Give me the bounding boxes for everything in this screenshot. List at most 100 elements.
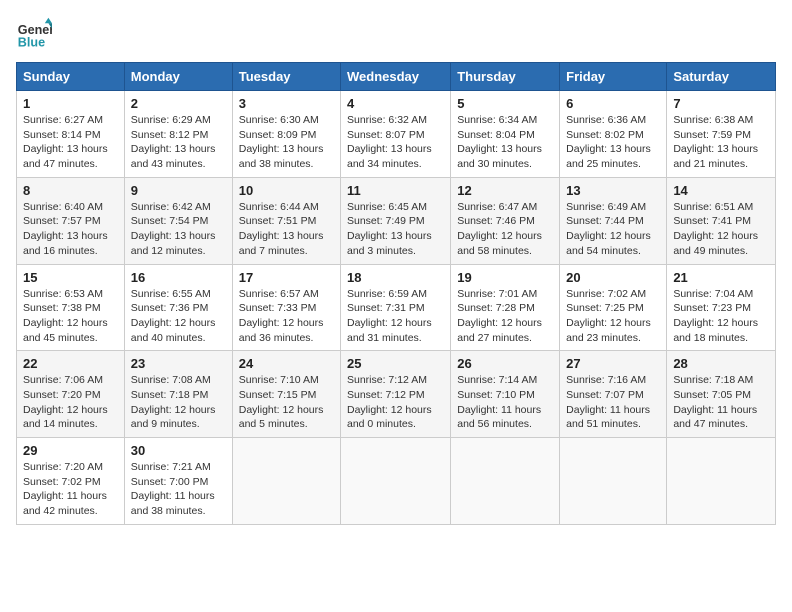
day-detail: Sunrise: 6:59 AM Sunset: 7:31 PM Dayligh…	[347, 287, 444, 346]
day-detail: Sunrise: 7:06 AM Sunset: 7:20 PM Dayligh…	[23, 373, 118, 432]
calendar-cell: 17 Sunrise: 6:57 AM Sunset: 7:33 PM Dayli…	[232, 264, 340, 351]
svg-text:Blue: Blue	[18, 36, 45, 50]
calendar-cell: 25 Sunrise: 7:12 AM Sunset: 7:12 PM Dayli…	[341, 351, 451, 438]
calendar-cell: 3 Sunrise: 6:30 AM Sunset: 8:09 PM Daylig…	[232, 91, 340, 178]
calendar-cell	[451, 438, 560, 525]
day-detail: Sunrise: 7:02 AM Sunset: 7:25 PM Dayligh…	[566, 287, 660, 346]
day-detail: Sunrise: 7:16 AM Sunset: 7:07 PM Dayligh…	[566, 373, 660, 432]
day-detail: Sunrise: 7:01 AM Sunset: 7:28 PM Dayligh…	[457, 287, 553, 346]
day-number: 25	[347, 356, 444, 371]
day-number: 24	[239, 356, 334, 371]
calendar-cell: 24 Sunrise: 7:10 AM Sunset: 7:15 PM Dayli…	[232, 351, 340, 438]
col-header-monday: Monday	[124, 63, 232, 91]
day-detail: Sunrise: 7:12 AM Sunset: 7:12 PM Dayligh…	[347, 373, 444, 432]
day-number: 3	[239, 96, 334, 111]
day-number: 21	[673, 270, 769, 285]
calendar-cell: 21 Sunrise: 7:04 AM Sunset: 7:23 PM Dayli…	[667, 264, 776, 351]
day-detail: Sunrise: 7:18 AM Sunset: 7:05 PM Dayligh…	[673, 373, 769, 432]
day-detail: Sunrise: 7:04 AM Sunset: 7:23 PM Dayligh…	[673, 287, 769, 346]
day-number: 28	[673, 356, 769, 371]
day-number: 12	[457, 183, 553, 198]
calendar-cell: 18Sunrise: 6:59 AM Sunset: 7:31 PM Dayli…	[341, 264, 451, 351]
day-detail: Sunrise: 6:40 AM Sunset: 7:57 PM Dayligh…	[23, 200, 118, 259]
calendar-cell	[667, 438, 776, 525]
calendar-cell: 16 Sunrise: 6:55 AM Sunset: 7:36 PM Dayli…	[124, 264, 232, 351]
calendar-week-row: 15 Sunrise: 6:53 AM Sunset: 7:38 PM Dayli…	[17, 264, 776, 351]
day-detail: Sunrise: 7:14 AM Sunset: 7:10 PM Dayligh…	[457, 373, 553, 432]
calendar-cell: 7 Sunrise: 6:38 AM Sunset: 7:59 PM Daylig…	[667, 91, 776, 178]
calendar-cell: 23 Sunrise: 7:08 AM Sunset: 7:18 PM Dayli…	[124, 351, 232, 438]
day-number: 16	[131, 270, 226, 285]
day-detail: Sunrise: 7:10 AM Sunset: 7:15 PM Dayligh…	[239, 373, 334, 432]
day-detail: Sunrise: 6:38 AM Sunset: 7:59 PM Dayligh…	[673, 113, 769, 172]
calendar-week-row: 22 Sunrise: 7:06 AM Sunset: 7:20 PM Dayli…	[17, 351, 776, 438]
day-number: 17	[239, 270, 334, 285]
day-number: 26	[457, 356, 553, 371]
calendar-cell: 30 Sunrise: 7:21 AM Sunset: 7:00 PM Dayli…	[124, 438, 232, 525]
day-number: 8	[23, 183, 118, 198]
day-number: 30	[131, 443, 226, 458]
calendar-cell: 14 Sunrise: 6:51 AM Sunset: 7:41 PM Dayli…	[667, 177, 776, 264]
calendar-table: SundayMondayTuesdayWednesdayThursdayFrid…	[16, 62, 776, 525]
day-detail: Sunrise: 6:57 AM Sunset: 7:33 PM Dayligh…	[239, 287, 334, 346]
day-detail: Sunrise: 6:27 AM Sunset: 8:14 PM Dayligh…	[23, 113, 118, 172]
day-number: 6	[566, 96, 660, 111]
day-number: 22	[23, 356, 118, 371]
day-detail: Sunrise: 6:53 AM Sunset: 7:38 PM Dayligh…	[23, 287, 118, 346]
day-number: 20	[566, 270, 660, 285]
calendar-week-row: 1 Sunrise: 6:27 AM Sunset: 8:14 PM Daylig…	[17, 91, 776, 178]
calendar-cell: 13 Sunrise: 6:49 AM Sunset: 7:44 PM Dayli…	[560, 177, 667, 264]
day-detail: Sunrise: 7:08 AM Sunset: 7:18 PM Dayligh…	[131, 373, 226, 432]
calendar-cell: 12 Sunrise: 6:47 AM Sunset: 7:46 PM Dayli…	[451, 177, 560, 264]
day-number: 4	[347, 96, 444, 111]
calendar-cell: 4 Sunrise: 6:32 AM Sunset: 8:07 PM Daylig…	[341, 91, 451, 178]
day-detail: Sunrise: 6:49 AM Sunset: 7:44 PM Dayligh…	[566, 200, 660, 259]
day-number: 11	[347, 183, 444, 198]
day-detail: Sunrise: 6:51 AM Sunset: 7:41 PM Dayligh…	[673, 200, 769, 259]
calendar-cell: 28 Sunrise: 7:18 AM Sunset: 7:05 PM Dayli…	[667, 351, 776, 438]
col-header-tuesday: Tuesday	[232, 63, 340, 91]
day-number: 9	[131, 183, 226, 198]
day-number: 5	[457, 96, 553, 111]
logo: General Blue	[16, 16, 56, 52]
calendar-cell: 10Sunrise: 6:44 AM Sunset: 7:51 PM Dayli…	[232, 177, 340, 264]
calendar-cell	[232, 438, 340, 525]
day-number: 27	[566, 356, 660, 371]
calendar-cell: 27 Sunrise: 7:16 AM Sunset: 7:07 PM Dayli…	[560, 351, 667, 438]
day-detail: Sunrise: 6:36 AM Sunset: 8:02 PM Dayligh…	[566, 113, 660, 172]
calendar-cell: 19 Sunrise: 7:01 AM Sunset: 7:28 PM Dayli…	[451, 264, 560, 351]
day-number: 29	[23, 443, 118, 458]
calendar-cell: 5 Sunrise: 6:34 AM Sunset: 8:04 PM Daylig…	[451, 91, 560, 178]
col-header-thursday: Thursday	[451, 63, 560, 91]
day-number: 15	[23, 270, 118, 285]
calendar-cell: 8 Sunrise: 6:40 AM Sunset: 7:57 PM Daylig…	[17, 177, 125, 264]
calendar-cell: 11 Sunrise: 6:45 AM Sunset: 7:49 PM Dayli…	[341, 177, 451, 264]
logo-icon: General Blue	[16, 16, 52, 52]
day-number: 14	[673, 183, 769, 198]
col-header-wednesday: Wednesday	[341, 63, 451, 91]
calendar-header-row: SundayMondayTuesdayWednesdayThursdayFrid…	[17, 63, 776, 91]
day-number: 23	[131, 356, 226, 371]
calendar-cell: 29Sunrise: 7:20 AM Sunset: 7:02 PM Dayli…	[17, 438, 125, 525]
day-detail: Sunrise: 6:45 AM Sunset: 7:49 PM Dayligh…	[347, 200, 444, 259]
day-number: 1	[23, 96, 118, 111]
day-number: 19	[457, 270, 553, 285]
calendar-cell	[341, 438, 451, 525]
day-detail: Sunrise: 6:32 AM Sunset: 8:07 PM Dayligh…	[347, 113, 444, 172]
day-detail: Sunrise: 6:29 AM Sunset: 8:12 PM Dayligh…	[131, 113, 226, 172]
calendar-cell: 22 Sunrise: 7:06 AM Sunset: 7:20 PM Dayli…	[17, 351, 125, 438]
day-detail: Sunrise: 6:44 AM Sunset: 7:51 PM Dayligh…	[239, 200, 334, 259]
day-detail: Sunrise: 6:47 AM Sunset: 7:46 PM Dayligh…	[457, 200, 553, 259]
day-number: 7	[673, 96, 769, 111]
day-detail: Sunrise: 7:21 AM Sunset: 7:00 PM Dayligh…	[131, 460, 226, 519]
day-number: 13	[566, 183, 660, 198]
col-header-friday: Friday	[560, 63, 667, 91]
day-detail: Sunrise: 6:55 AM Sunset: 7:36 PM Dayligh…	[131, 287, 226, 346]
day-detail: Sunrise: 6:34 AM Sunset: 8:04 PM Dayligh…	[457, 113, 553, 172]
calendar-cell: 26 Sunrise: 7:14 AM Sunset: 7:10 PM Dayli…	[451, 351, 560, 438]
day-number: 2	[131, 96, 226, 111]
calendar-cell: 15 Sunrise: 6:53 AM Sunset: 7:38 PM Dayli…	[17, 264, 125, 351]
day-detail: Sunrise: 6:30 AM Sunset: 8:09 PM Dayligh…	[239, 113, 334, 172]
calendar-cell: 20 Sunrise: 7:02 AM Sunset: 7:25 PM Dayli…	[560, 264, 667, 351]
calendar-cell: 6 Sunrise: 6:36 AM Sunset: 8:02 PM Daylig…	[560, 91, 667, 178]
